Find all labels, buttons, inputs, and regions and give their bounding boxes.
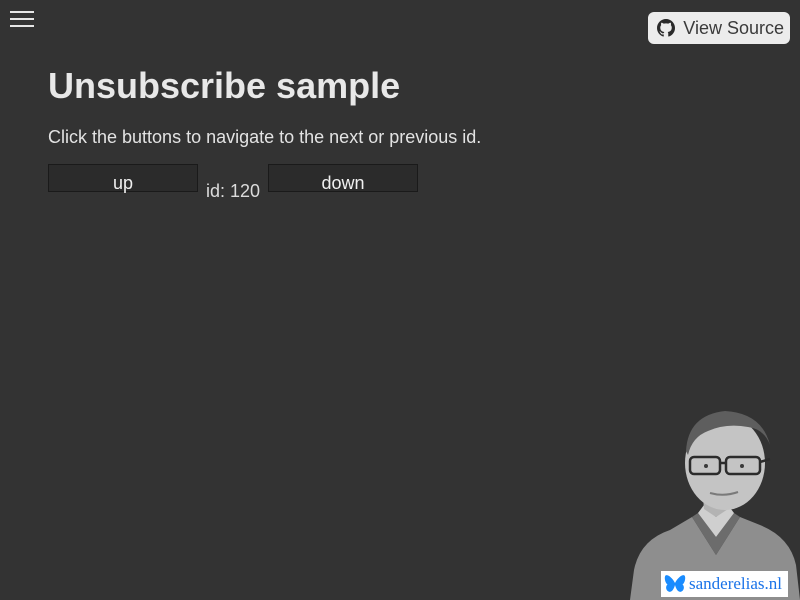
id-display: id: 120	[206, 181, 261, 201]
intro-text: Click the buttons to navigate to the nex…	[48, 127, 482, 147]
view-source-label: View Source	[683, 17, 784, 38]
up-button[interactable]: up	[48, 164, 198, 193]
butterfly-icon	[664, 575, 686, 592]
page-title: Unsubscribe sample	[48, 65, 401, 106]
hamburger-menu-icon[interactable]	[10, 10, 34, 28]
navigation-controls: up id: 120 down	[48, 164, 419, 201]
menu-line	[10, 11, 34, 13]
github-icon	[657, 19, 676, 37]
menu-line	[10, 25, 34, 27]
view-source-button[interactable]: View Source	[648, 12, 790, 44]
sanderelias-badge[interactable]: sanderelias.nl	[661, 571, 788, 597]
down-button[interactable]: down	[268, 164, 419, 193]
menu-line	[10, 18, 34, 20]
badge-text: sanderelias.nl	[689, 574, 782, 593]
